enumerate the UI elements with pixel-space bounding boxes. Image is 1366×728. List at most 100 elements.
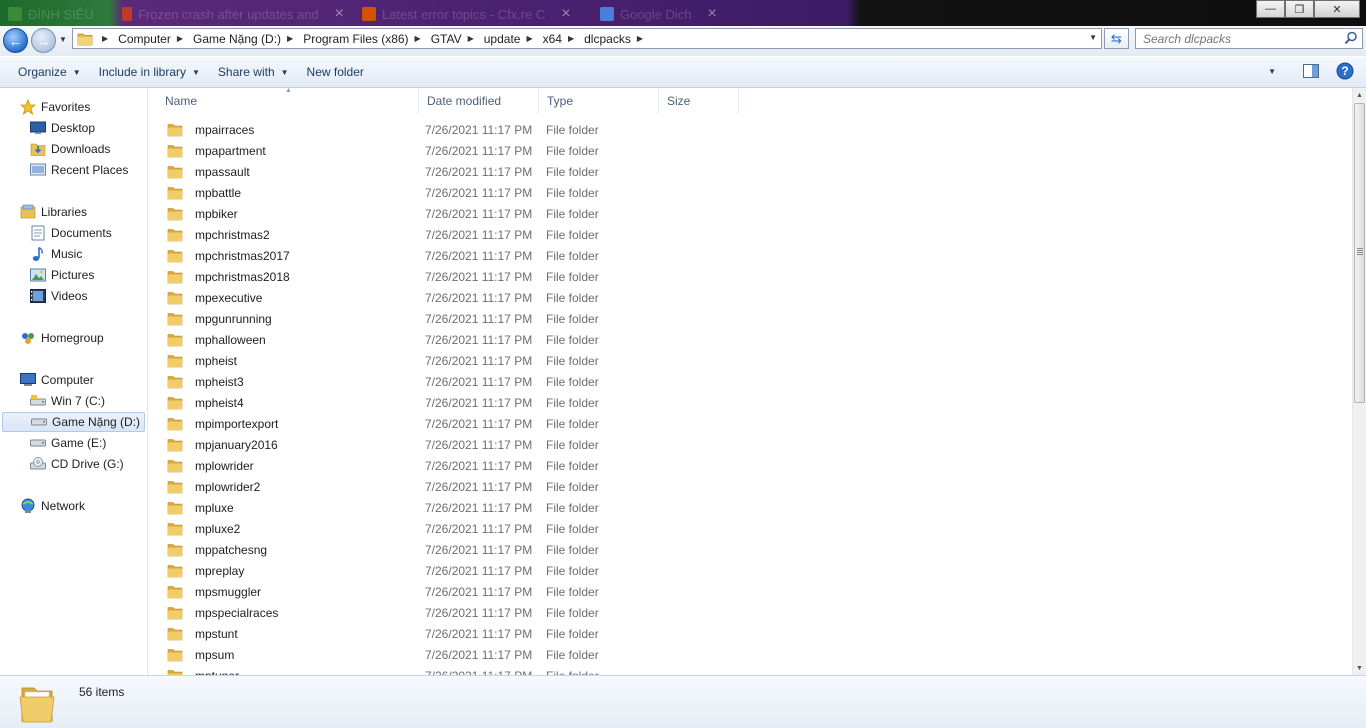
file-row[interactable]: mpbiker 7/26/2021 11:17 PM File folder [157,203,757,224]
close-icon[interactable]: × [335,5,344,23]
share-with-button[interactable]: Share with ▼ [209,57,298,87]
file-row[interactable]: mpairraces 7/26/2021 11:17 PM File folder [157,119,757,140]
background-tab[interactable]: Frozen crash after updates and × [114,2,352,26]
minimize-button[interactable]: — [1256,0,1285,18]
nav-network[interactable]: Network [0,496,85,516]
file-row[interactable]: mpheist 7/26/2021 11:17 PM File folder [157,350,757,371]
nav-drive-e[interactable]: Game (E:) [0,433,106,453]
nav-computer[interactable]: Computer [0,370,94,390]
close-icon[interactable]: × [708,5,717,23]
nav-documents[interactable]: Documents [0,223,112,243]
background-tab[interactable]: Latest error topics - Cfx.re C × [354,2,588,26]
forward-button[interactable]: → [31,28,56,53]
file-name: mpchristmas2017 [195,248,290,263]
file-row[interactable]: mpimportexport 7/26/2021 11:17 PM File fol… [157,413,757,434]
nav-pictures[interactable]: Pictures [0,265,94,285]
file-row[interactable]: mpluxe 7/26/2021 11:17 PM File folder [157,497,757,518]
nav-homegroup[interactable]: Homegroup [0,328,104,348]
nav-drive-g[interactable]: CD Drive (G:) [0,454,124,474]
breadcrumb-item[interactable]: Game Nặng (D:) ▶ [188,32,298,46]
scrollbar-thumb[interactable] [1354,103,1365,403]
file-name: mpsum [195,647,235,662]
include-in-library-button[interactable]: Include in library ▼ [90,57,209,87]
file-row[interactable]: mpgunrunning 7/26/2021 11:17 PM File folde… [157,308,757,329]
file-row[interactable]: mpluxe2 7/26/2021 11:17 PM File folder [157,518,757,539]
file-row[interactable]: mplowrider 7/26/2021 11:17 PM File folder [157,455,757,476]
file-row[interactable]: mpreplay 7/26/2021 11:17 PM File folder [157,560,757,581]
file-row[interactable]: mpassault 7/26/2021 11:17 PM File folder [157,161,757,182]
breadcrumb-item[interactable]: Computer ▶ [113,32,188,46]
history-dropdown-icon[interactable]: ▼ [59,35,67,44]
file-row[interactable]: mpexecutive 7/26/2021 11:17 PM File folder [157,287,757,308]
back-button[interactable]: ← [3,28,28,53]
refresh-icon: ⇆ [1111,30,1122,46]
background-tab[interactable]: ĐÌNH SIÊU [0,2,112,26]
window-controls: — ❐ ✕ [1256,0,1360,18]
nav-downloads[interactable]: Downloads [0,139,110,159]
background-tab[interactable]: Google Dich × [592,2,860,26]
address-dropdown-icon[interactable]: ▼ [1089,33,1097,42]
breadcrumb-item[interactable]: GTAV ▶ [426,32,479,46]
nav-drive-c[interactable]: Win 7 (C:) [0,391,105,411]
breadcrumb-item[interactable]: update ▶ [479,32,538,46]
column-header-date-modified[interactable]: Date modified [419,88,539,114]
breadcrumb-label: Game Nặng (D:) [193,31,282,46]
nav-label: Downloads [51,142,111,156]
folder-icon [167,186,183,199]
file-row[interactable]: mpchristmas2018 7/26/2021 11:17 PM File fo… [157,266,757,287]
file-row[interactable]: mpjanuary2016 7/26/2021 11:17 PM File fold… [157,434,757,455]
breadcrumb-item[interactable]: x64 ▶ [538,32,580,46]
maximize-button[interactable]: ❐ [1285,0,1314,18]
file-row[interactable]: mpsum 7/26/2021 11:17 PM File folder [157,644,757,665]
command-bar: Organize ▼ Include in library ▼ Share wi… [0,57,1366,88]
new-folder-button[interactable]: New folder [298,57,373,87]
file-row[interactable]: mpspecialraces 7/26/2021 11:17 PM File fol… [157,602,757,623]
scroll-down-icon[interactable]: ▼ [1353,661,1366,675]
file-type: File folder [546,563,599,578]
nav-favorites[interactable]: Favorites [0,97,90,117]
file-row[interactable]: mpchristmas2 7/26/2021 11:17 PM File folde… [157,224,757,245]
file-row[interactable]: mpchristmas2017 7/26/2021 11:17 PM File fo… [157,245,757,266]
nav-desktop[interactable]: Desktop [0,118,95,138]
nav-libraries[interactable]: Libraries [0,202,87,222]
close-button[interactable]: ✕ [1314,0,1360,18]
vertical-scrollbar[interactable]: ▲ ▼ [1352,88,1366,675]
file-row[interactable]: mpheist3 7/26/2021 11:17 PM File folder [157,371,757,392]
column-header-type[interactable]: Type [539,88,659,114]
grip-icon [1357,248,1363,255]
preview-pane-button[interactable] [1302,62,1320,80]
file-row[interactable]: mpsmuggler 7/26/2021 11:17 PM File folder [157,581,757,602]
change-view-button[interactable]: ▼ [1258,62,1276,80]
close-icon[interactable]: × [561,5,570,23]
file-row[interactable]: mpapartment 7/26/2021 11:17 PM File folder [157,140,757,161]
file-row[interactable]: mppatchesng 7/26/2021 11:17 PM File folder [157,539,757,560]
nav-music[interactable]: Music [0,244,82,264]
nav-label: Libraries [41,205,88,219]
nav-drive-d[interactable]: Game Nặng (D:) [2,412,145,432]
background-tab-label: ĐÌNH SIÊU [28,6,94,22]
scroll-up-icon[interactable]: ▲ [1353,88,1366,102]
nav-label: Documents [51,226,112,240]
organize-button[interactable]: Organize ▼ [9,57,90,87]
file-row[interactable]: mpbattle 7/26/2021 11:17 PM File folder [157,182,757,203]
breadcrumb-item[interactable]: Program Files (x86) ▶ [298,32,426,46]
file-row[interactable]: mplowrider2 7/26/2021 11:17 PM File folder [157,476,757,497]
refresh-button[interactable]: ⇆ [1104,28,1129,49]
address-bar[interactable]: ▶ Computer ▶ Game Nặng (D:) ▶ Program File… [72,28,1102,49]
column-header-name[interactable]: ▲ Name [149,88,419,114]
column-header-size[interactable]: Size [659,88,739,114]
nav-recent-places[interactable]: Recent Places [0,160,128,180]
file-row[interactable]: mphalloween 7/26/2021 11:17 PM File folder [157,329,757,350]
nav-videos[interactable]: Videos [0,286,87,306]
breadcrumb-label: dlcpacks [584,31,631,46]
file-row[interactable]: mptuner7/26/2021 11:17 PMFile folder [157,665,757,675]
breadcrumb-root[interactable]: ▶ [97,34,113,43]
file-row[interactable]: mpheist4 7/26/2021 11:17 PM File folder [157,392,757,413]
breadcrumb-item[interactable]: dlcpacks ▶ [579,32,648,46]
file-date-modified: 7/26/2021 11:17 PM [425,626,533,641]
file-row[interactable]: mpstunt 7/26/2021 11:17 PM File folder [157,623,757,644]
search-input[interactable] [1143,31,1333,46]
file-name: mpairraces [195,122,255,137]
search-icon[interactable] [1344,31,1358,45]
help-button[interactable]: ? [1336,62,1354,80]
